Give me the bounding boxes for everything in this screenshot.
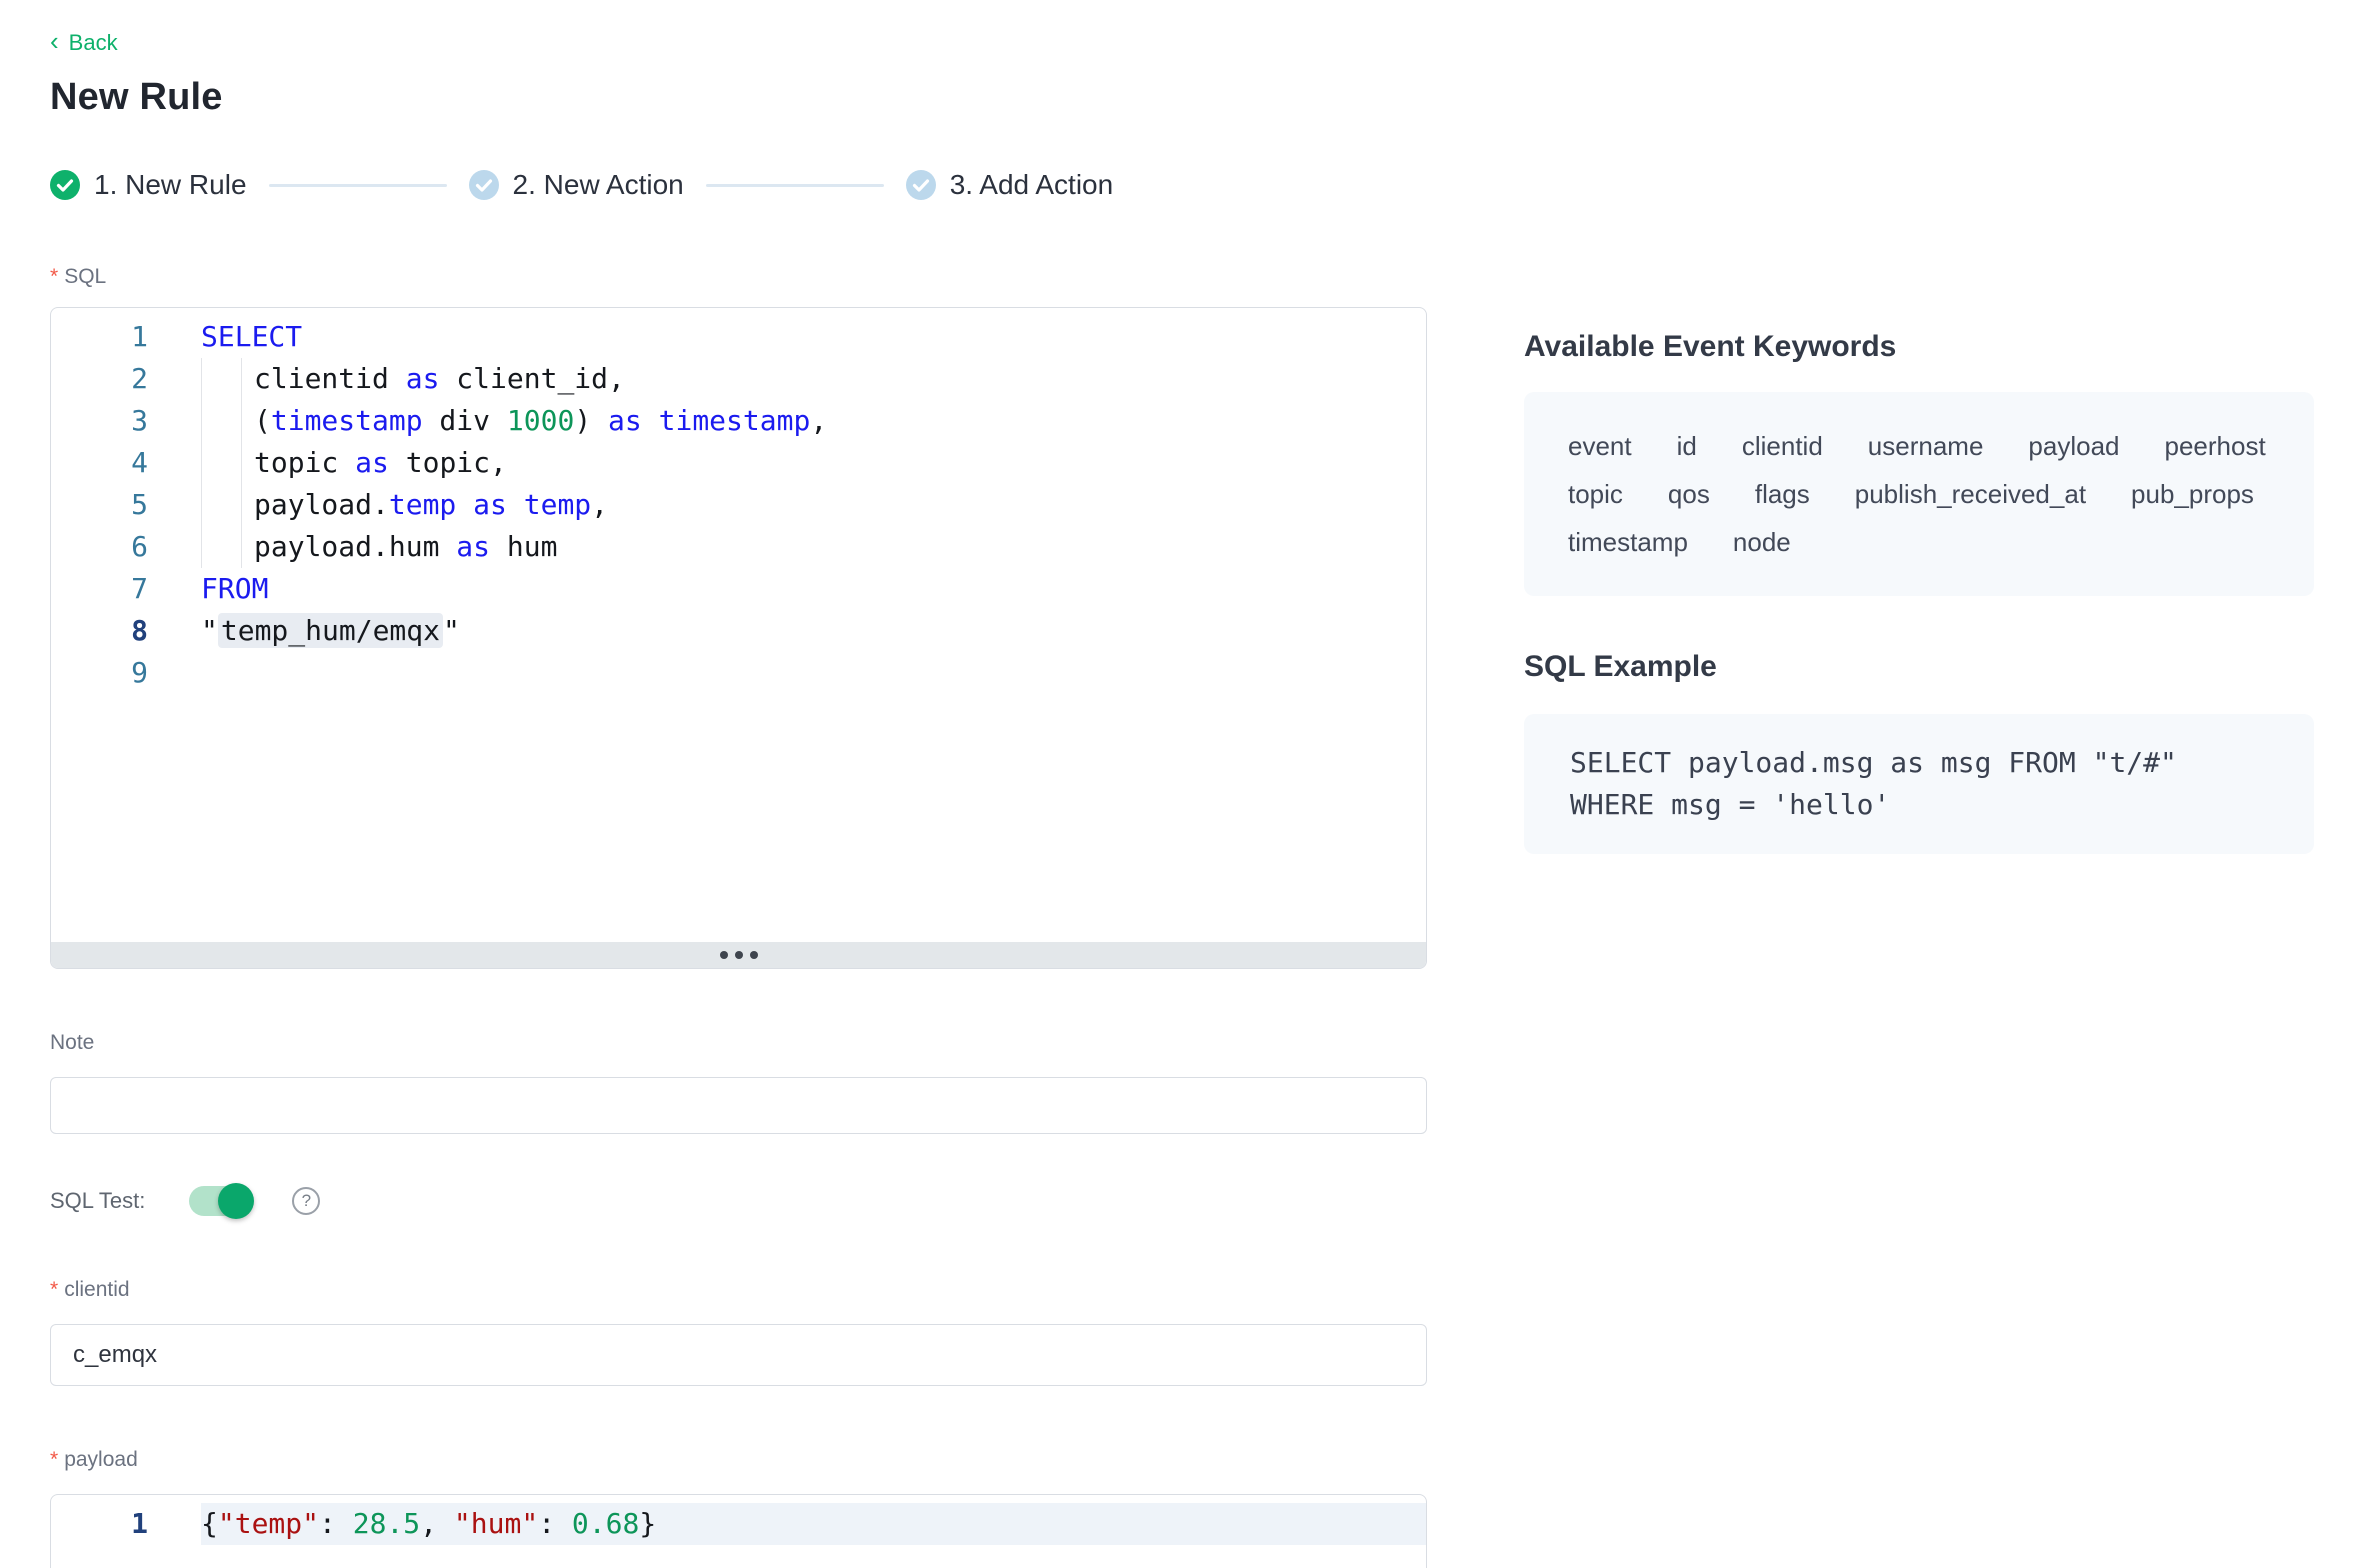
sql-code-line[interactable]: 7FROM	[51, 568, 1426, 610]
event-keyword-item: event	[1568, 422, 1632, 470]
chevron-left-icon: ‹	[50, 30, 59, 52]
step-connector	[269, 184, 447, 187]
check-circle-icon	[469, 170, 499, 200]
event-keyword-item: timestamp	[1568, 518, 1688, 566]
event-keyword-item: pub_props	[2131, 470, 2254, 518]
code-line-text: (timestamp div 1000) as timestamp,	[171, 400, 827, 442]
check-circle-icon	[906, 170, 936, 200]
event-keyword-item: qos	[1668, 470, 1710, 518]
step-label: 3. Add Action	[950, 169, 1113, 201]
event-keyword-item: publish_received_at	[1855, 470, 2086, 518]
event-keyword-item: flags	[1755, 470, 1810, 518]
code-line-text: FROM	[171, 568, 268, 610]
code-line-text	[171, 652, 201, 694]
dot-icon	[735, 951, 743, 959]
sql-code-line[interactable]: 9	[51, 652, 1426, 694]
sql-example-line: SELECT payload.msg as msg FROM "t/#"	[1570, 742, 2268, 784]
sql-example-line: WHERE msg = 'hello'	[1570, 784, 2268, 826]
code-line-text: payload.temp as temp,	[171, 484, 608, 526]
required-asterisk: *	[50, 1448, 58, 1471]
check-circle-icon	[50, 170, 80, 200]
step-label: 2. New Action	[513, 169, 684, 201]
code-line-text: topic as topic,	[171, 442, 507, 484]
note-label-text: Note	[50, 1031, 94, 1054]
event-keyword-item: topic	[1568, 470, 1623, 518]
line-number: 1	[51, 1503, 171, 1545]
sql-test-row: SQL Test: ?	[50, 1186, 1427, 1216]
sql-label-text: SQL	[64, 265, 106, 288]
sql-example-heading: SQL Example	[1524, 650, 2314, 684]
sql-code-line[interactable]: 1SELECT	[51, 316, 1426, 358]
sql-code-editor[interactable]: 1SELECT2clientid as client_id,3(timestam…	[50, 307, 1427, 969]
clientid-field-label: * clientid	[50, 1278, 1427, 1302]
required-asterisk: *	[50, 265, 58, 288]
sql-field-label: * SQL	[50, 265, 1427, 289]
line-number: 2	[51, 358, 171, 400]
wizard-stepper: 1. New Rule 2. New Action 3. Add Action	[50, 169, 1427, 201]
sql-test-label: SQL Test:	[50, 1188, 145, 1214]
sql-code-line[interactable]: 3(timestamp div 1000) as timestamp,	[51, 400, 1426, 442]
event-keyword-item: username	[1868, 422, 1984, 470]
line-number: 7	[51, 568, 171, 610]
keywords-heading: Available Event Keywords	[1524, 330, 2314, 364]
clientid-input[interactable]	[50, 1324, 1427, 1386]
sql-example-box: SELECT payload.msg as msg FROM "t/#"WHER…	[1524, 714, 2314, 854]
event-keyword-item: id	[1677, 422, 1697, 470]
event-keyword-item: node	[1733, 518, 1791, 566]
step-add-action[interactable]: 3. Add Action	[906, 169, 1113, 201]
line-number: 6	[51, 526, 171, 568]
dot-icon	[720, 951, 728, 959]
payload-code-editor[interactable]: 1{"temp": 28.5, "hum": 0.68}	[50, 1494, 1427, 1568]
back-link[interactable]: ‹ Back	[50, 30, 118, 56]
payload-field-label: * payload	[50, 1448, 1427, 1472]
clientid-label-text: clientid	[64, 1278, 129, 1301]
required-asterisk: *	[50, 1278, 58, 1301]
event-keyword-item: clientid	[1742, 422, 1823, 470]
code-line-text: clientid as client_id,	[171, 358, 625, 400]
payload-code-lines[interactable]: 1{"temp": 28.5, "hum": 0.68}	[51, 1495, 1426, 1545]
payload-label-text: payload	[64, 1448, 138, 1471]
back-label: Back	[69, 30, 118, 56]
note-input[interactable]	[50, 1077, 1427, 1134]
step-label: 1. New Rule	[94, 169, 247, 201]
page-title: New Rule	[50, 76, 1427, 119]
sql-test-toggle[interactable]	[189, 1186, 252, 1216]
line-number: 1	[51, 316, 171, 358]
code-line-text: payload.hum as hum	[171, 526, 557, 568]
event-keywords-box: eventid clientid username payload peerhost to…	[1524, 392, 2314, 596]
line-number: 9	[51, 652, 171, 694]
step-connector	[706, 184, 884, 187]
help-question-icon[interactable]: ?	[292, 1187, 320, 1215]
dot-icon	[750, 951, 758, 959]
help-sidebar: Available Event Keywords eventid clientid…	[1524, 0, 2314, 1568]
code-line-text: SELECT	[171, 316, 302, 358]
code-line-text: {"temp": 28.5, "hum": 0.68}	[171, 1503, 656, 1545]
step-new-action[interactable]: 2. New Action	[469, 169, 684, 201]
code-line-text: "temp_hum/emqx"	[171, 610, 460, 652]
editor-expand-handle[interactable]	[51, 942, 1426, 968]
sql-code-line[interactable]: 6payload.hum as hum	[51, 526, 1426, 568]
line-number: 4	[51, 442, 171, 484]
event-keyword-item: payload	[2028, 422, 2119, 470]
sql-code-lines[interactable]: 1SELECT2clientid as client_id,3(timestam…	[51, 308, 1426, 942]
note-field-label: Note	[50, 1031, 1427, 1055]
line-number: 8	[51, 610, 171, 652]
sql-code-line[interactable]: 2clientid as client_id,	[51, 358, 1426, 400]
line-number: 3	[51, 400, 171, 442]
page: ‹ Back New Rule 1. New Rule 2. New Actio…	[0, 0, 2356, 1568]
toggle-knob-icon	[218, 1183, 254, 1219]
line-number: 5	[51, 484, 171, 526]
sql-code-line[interactable]: 5payload.temp as temp,	[51, 484, 1426, 526]
event-keyword-item: peerhost	[2165, 422, 2266, 470]
sql-code-line[interactable]: 4topic as topic,	[51, 442, 1426, 484]
sql-code-line[interactable]: 8"temp_hum/emqx"	[51, 610, 1426, 652]
payload-code-line[interactable]: 1{"temp": 28.5, "hum": 0.68}	[51, 1503, 1426, 1545]
step-new-rule[interactable]: 1. New Rule	[50, 169, 247, 201]
main-form-column: ‹ Back New Rule 1. New Rule 2. New Actio…	[50, 0, 1427, 1568]
